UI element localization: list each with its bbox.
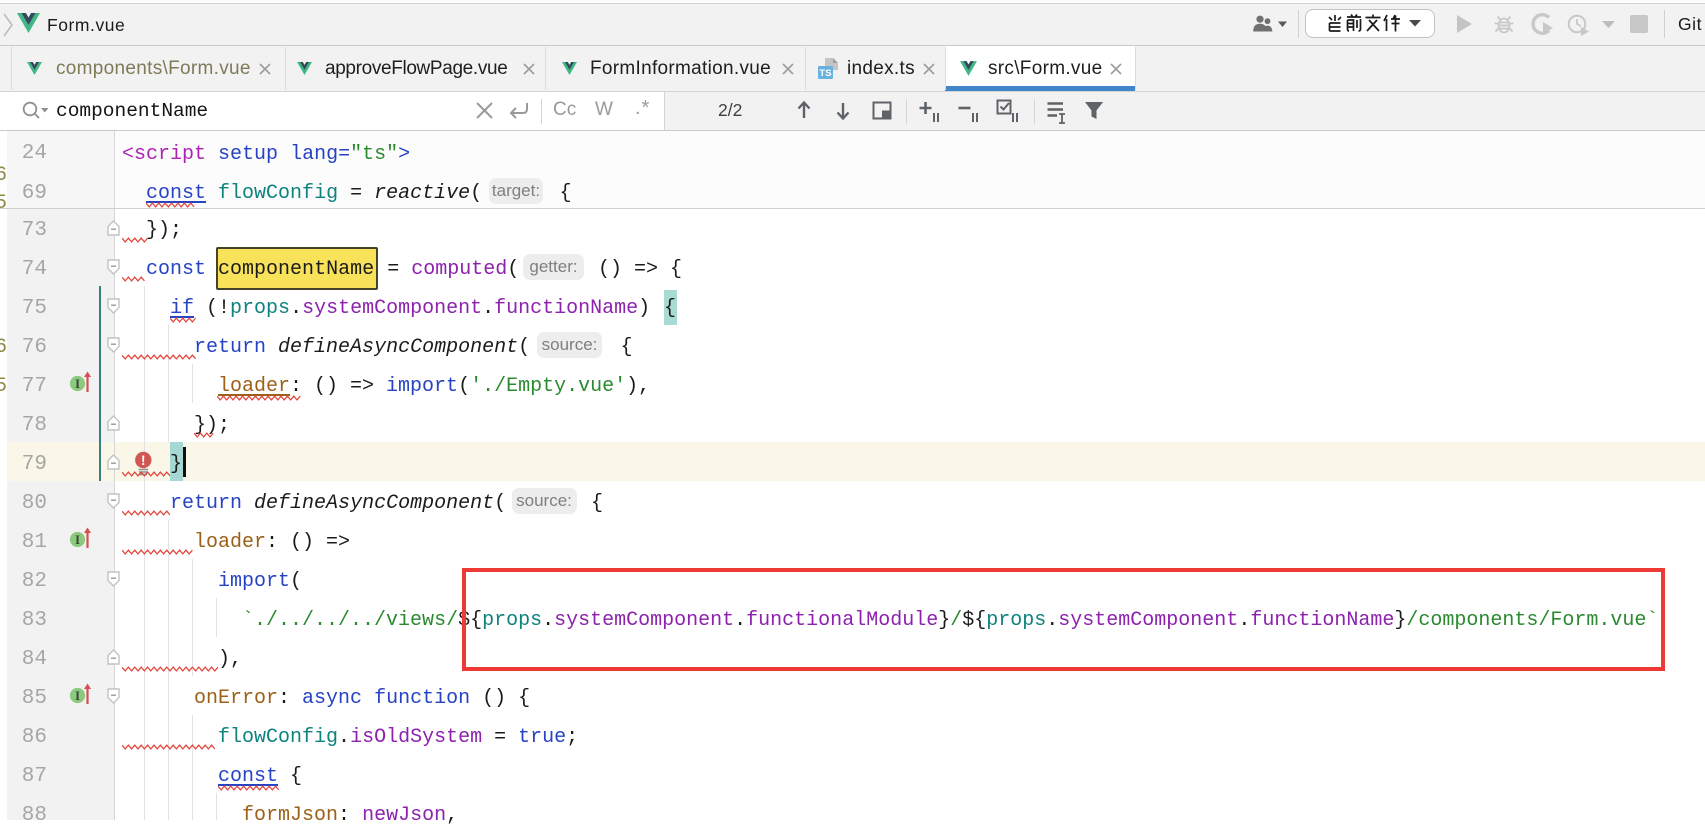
svg-text:I: I: [75, 377, 80, 391]
svg-text:I: I: [75, 689, 80, 703]
svg-text:TS: TS: [819, 68, 831, 79]
svg-text:I: I: [75, 533, 80, 547]
